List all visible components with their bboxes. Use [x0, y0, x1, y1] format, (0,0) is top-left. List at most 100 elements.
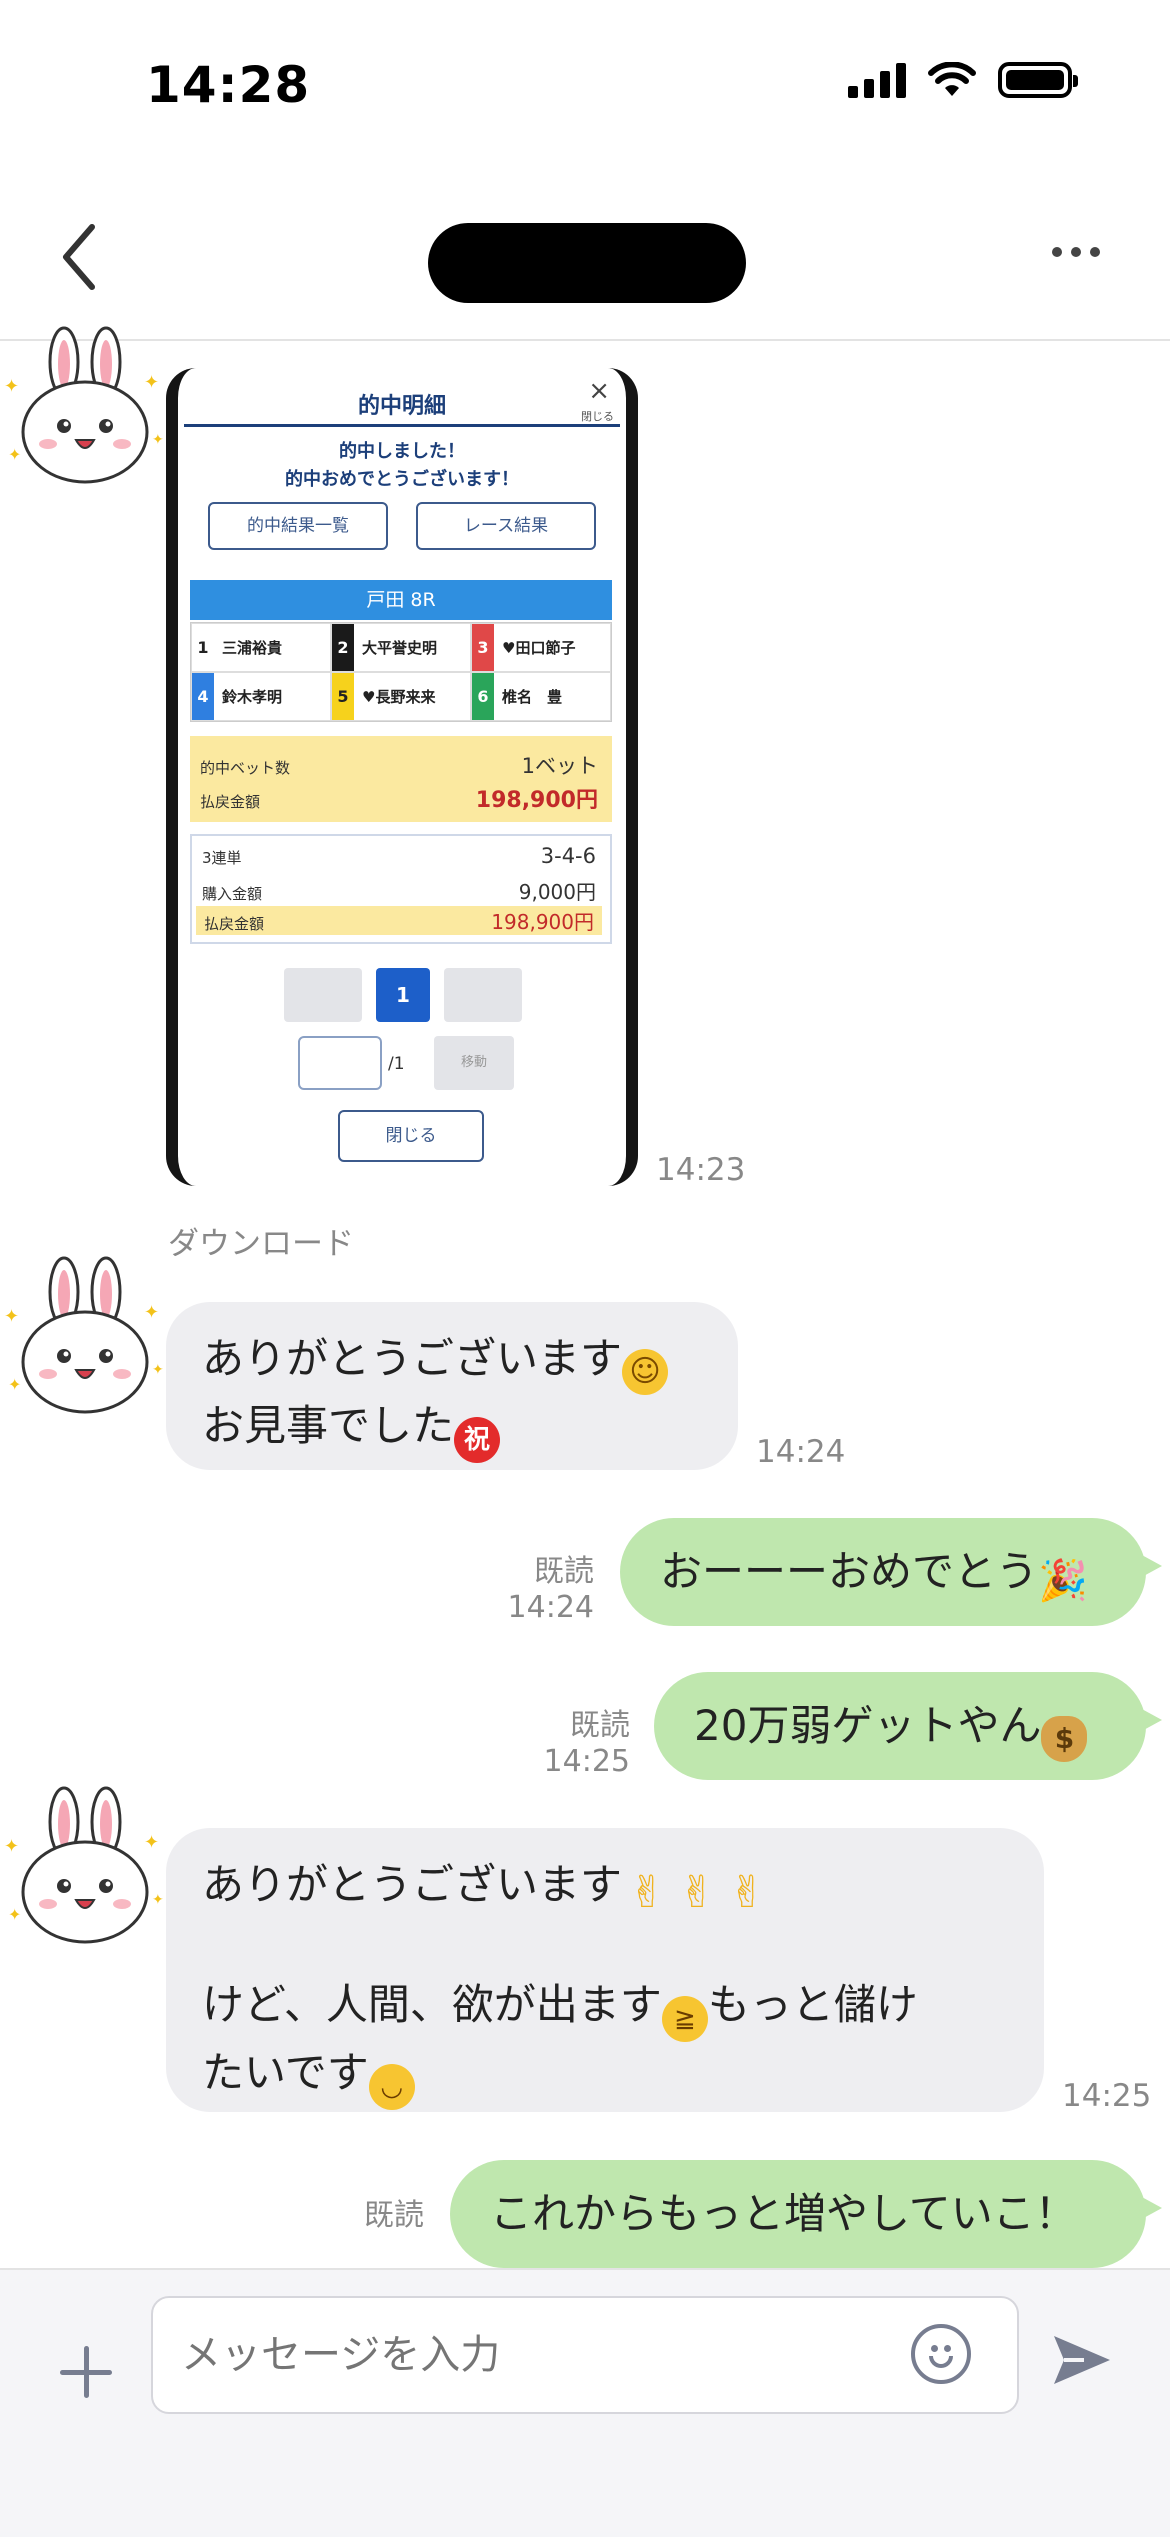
svg-text:✦: ✦ — [144, 372, 159, 393]
svg-text:✦: ✦ — [8, 445, 21, 464]
message-text: けど、人間、欲が出ます — [202, 1980, 662, 2029]
message-bubble-outgoing[interactable]: これからもっと増やしていこ！ — [450, 2160, 1162, 2268]
svg-text:✦: ✦ — [144, 1832, 159, 1853]
racer-cell: 5 ♥長野来来 — [331, 672, 471, 721]
message-input[interactable] — [151, 2296, 1019, 2414]
more-icon[interactable] — [1052, 237, 1112, 267]
hand-over-mouth-emoji-icon: ◡ — [368, 2064, 415, 2110]
shot-page-total: /1 — [388, 1054, 405, 1074]
message-text: 20万弱ゲットやん — [694, 1701, 1042, 1750]
read-receipt: 既読 — [364, 2198, 424, 2233]
message-text: たいです — [202, 2048, 369, 2097]
message-text: お見事でした — [202, 1401, 455, 1450]
download-link[interactable]: ダウンロード — [168, 1218, 354, 1263]
racer-name: 三浦裕貴 — [222, 639, 283, 657]
shot-race-result-button: レース結果 — [416, 502, 596, 550]
svg-text:✦: ✦ — [4, 1836, 19, 1857]
racer-cell: 2 大平誉史明 — [331, 623, 471, 672]
shot-results-list-button: 的中結果一覧 — [208, 502, 388, 550]
racer-number: 2 — [332, 624, 354, 671]
read-receipt: 既読 — [534, 1554, 594, 1589]
shot-race-name: 戸田 8R — [190, 580, 612, 620]
shot-pager-current: 1 — [376, 968, 430, 1022]
money-bag-emoji-icon: $ — [1041, 1716, 1088, 1762]
status-bar: 14:28 — [0, 0, 1170, 175]
shot-message-line2: 的中おめでとうございます！ — [285, 469, 519, 490]
message-time: 14:24 — [507, 1590, 594, 1625]
cellular-signal-icon — [848, 62, 906, 98]
racer-name: 椎名 豊 — [502, 688, 563, 706]
racer-number: 6 — [472, 673, 494, 720]
svg-text:✦: ✦ — [144, 1302, 159, 1323]
svg-text:✦: ✦ — [4, 1306, 19, 1327]
victory-hand-emoji-icon: ✌ — [728, 1867, 766, 1918]
message-time: 14:25 — [543, 1744, 630, 1779]
message-text: もっと儲け — [707, 1980, 918, 2029]
svg-text:✦: ✦ — [8, 1905, 21, 1924]
racer-number: 5 — [332, 673, 354, 720]
shot-divider — [184, 424, 620, 427]
shot-hit-bets-value: 1ベット — [521, 754, 598, 778]
svg-text:✦: ✦ — [4, 376, 19, 397]
shot-pager-prev — [284, 968, 362, 1022]
svg-text:✦: ✦ — [8, 1375, 21, 1394]
shot-message-line1: 的中しました！ — [339, 441, 465, 462]
message-bubble-outgoing[interactable]: 20万弱ゲットやん $ — [654, 1672, 1162, 1780]
message-text: ありがとうございます — [202, 1860, 623, 1909]
message-bubble-outgoing[interactable]: おーーーおめでとう🎉 — [620, 1518, 1162, 1626]
chat-title-redacted — [428, 223, 746, 303]
victory-hand-emoji-icon: ✌ — [628, 1867, 666, 1918]
shot-payout-value: 198,900円 — [475, 788, 598, 813]
racer-name: 大平誉史明 — [362, 639, 438, 657]
racer-number: 4 — [192, 673, 214, 720]
racer-number: 1 — [192, 624, 214, 671]
cony-avatar[interactable]: ✦ ✦ ✦ ✦ — [2, 1252, 170, 1420]
message-time: 14:24 — [756, 1434, 846, 1470]
shot-bet-detail: 3連単 3-4-6 購入金額 9,000円 払戻金額 198,900円 — [190, 834, 612, 944]
celebration-emoji-icon: 祝 — [454, 1417, 501, 1463]
emoji-icon[interactable] — [911, 2324, 971, 2384]
shot-message: 的中しました！ 的中おめでとうございます！ — [178, 438, 626, 494]
race-result-screenshot[interactable]: 的中明細 × 閉じる 的中しました！ 的中おめでとうございます！ 的中結果一覧 … — [166, 368, 638, 1186]
grinning-squint-emoji-icon: ≧ — [661, 1996, 708, 2042]
status-icons — [848, 62, 1078, 98]
victory-hand-emoji-icon: ✌ — [678, 1867, 716, 1918]
shot-close-label: 閉じる — [581, 410, 614, 423]
plus-icon[interactable] — [56, 2342, 116, 2402]
shot-hit-summary: 的中ベット数 1ベット 払戻金額 198,900円 — [190, 736, 612, 822]
party-popper-emoji-icon: 🎉 — [1038, 1558, 1088, 1604]
message-text: おーーーおめでとう — [660, 1547, 1039, 1596]
image-time: 14:23 — [656, 1152, 746, 1188]
shot-hit-bets-label: 的中ベット数 — [200, 759, 291, 777]
status-time: 14:28 — [146, 56, 311, 114]
svg-text:✦: ✦ — [152, 432, 164, 448]
racer-name: ♥長野来来 — [362, 688, 436, 706]
racer-number: 3 — [472, 624, 494, 671]
shot-payout2-label: 払戻金額 — [204, 915, 265, 933]
message-bubble-incoming[interactable]: ありがとうございます ☺ お見事でした祝 — [166, 1302, 738, 1470]
svg-text:✦: ✦ — [152, 1362, 164, 1378]
racer-name: 鈴木孝明 — [222, 688, 283, 706]
message-bubble-incoming[interactable]: ありがとうございます ✌ ✌ ✌ けど、人間、欲が出ます ≧ もっと儲け たいです ◡ — [166, 1828, 1044, 2112]
shot-purchase-label: 購入金額 — [202, 885, 263, 903]
racer-cell: 3 ♥田口節子 — [471, 623, 611, 672]
racer-cell: 6 椎名 豊 — [471, 672, 611, 721]
send-icon[interactable] — [1050, 2330, 1114, 2390]
rofl-emoji-icon: ☺ — [622, 1349, 669, 1395]
message-input-bar — [0, 2268, 1170, 2537]
battery-icon — [998, 62, 1078, 98]
cony-avatar[interactable]: ✦ ✦ ✦ ✦ — [2, 1782, 170, 1950]
shot-move-button: 移動 — [434, 1036, 514, 1090]
message-text: ありがとうございます — [202, 1334, 623, 1383]
shot-bet-type-label: 3連単 — [202, 849, 242, 867]
shot-purchase-value: 9,000円 — [518, 880, 596, 904]
back-chevron-icon[interactable] — [52, 217, 112, 297]
shot-bet-type-value: 3-4-6 — [540, 844, 596, 868]
racer-name: ♥田口節子 — [502, 639, 576, 657]
cony-avatar[interactable]: ✦ ✦ ✦ ✦ — [2, 322, 170, 490]
shot-title: 的中明細 — [357, 394, 446, 419]
shot-page-input — [298, 1036, 382, 1090]
chat-header — [0, 175, 1170, 341]
message-time: 14:25 — [1062, 2078, 1152, 2114]
shot-close-icon: × — [588, 376, 610, 406]
